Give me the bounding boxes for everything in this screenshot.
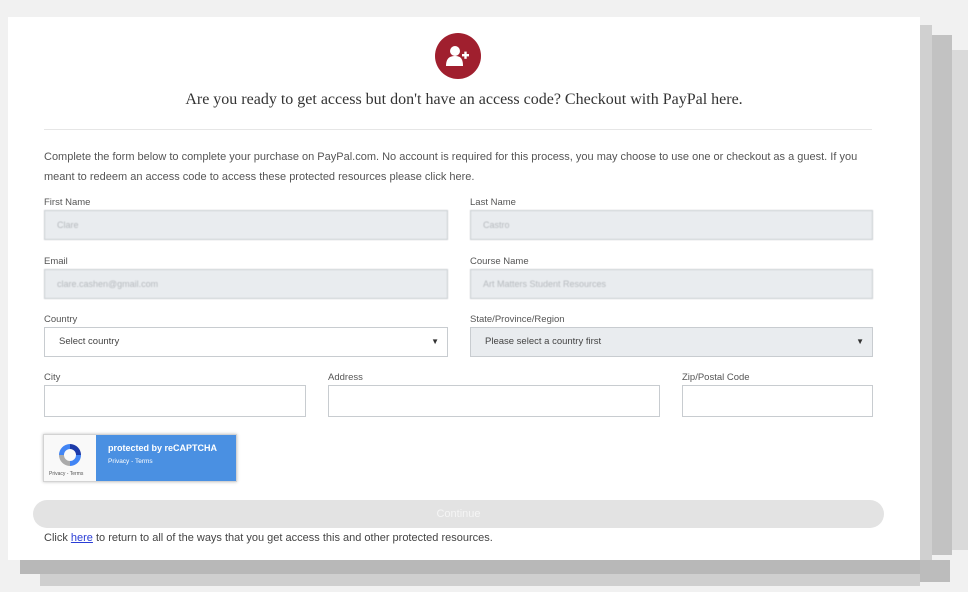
recaptcha-badge[interactable]: Privacy - Terms protected by reCAPTCHA P… <box>43 434 237 482</box>
recaptcha-info: protected by reCAPTCHA Privacy - Terms <box>96 435 236 481</box>
return-link[interactable]: here <box>71 532 93 544</box>
first-name-label: First Name <box>44 197 91 208</box>
continue-button[interactable]: Continue <box>33 500 884 528</box>
intro-text: Complete the form below to complete your… <box>44 151 858 183</box>
state-select-value: Please select a country first <box>485 336 602 347</box>
page-title: Are you ready to get access but don't ha… <box>185 91 743 108</box>
course-name-field[interactable]: Art Matters Student Resources <box>470 269 873 299</box>
city-field[interactable] <box>44 385 306 417</box>
last-name-label: Last Name <box>470 197 516 208</box>
recaptcha-title: protected by reCAPTCHA <box>108 443 218 453</box>
country-select[interactable]: Select country ▼ <box>44 327 448 357</box>
recaptcha-icon <box>59 444 81 466</box>
divider <box>44 129 872 130</box>
country-select-value: Select country <box>59 336 120 347</box>
address-label: Address <box>328 372 363 383</box>
card-shadow <box>20 560 920 574</box>
state-select[interactable]: Please select a country first ▼ <box>470 327 873 357</box>
card-shadow <box>920 560 950 582</box>
card-shadow <box>40 574 920 586</box>
card-shadow <box>932 35 952 555</box>
dropdown-arrow-icon: ▼ <box>856 337 864 346</box>
card-shadow <box>952 50 968 550</box>
dropdown-arrow-icon: ▼ <box>431 337 439 346</box>
recaptcha-logo-panel: Privacy - Terms <box>44 435 96 481</box>
state-label: State/Province/Region <box>470 314 565 325</box>
zip-label: Zip/Postal Code <box>682 372 750 383</box>
first-name-field[interactable]: Clare <box>44 210 448 240</box>
add-user-icon <box>435 33 481 79</box>
recaptcha-small-links: Privacy - Terms <box>49 471 84 477</box>
footer-text-before: Click <box>44 532 71 544</box>
footer-text: Click here to return to all of the ways … <box>44 532 493 544</box>
email-field[interactable]: clare.cashen@gmail.com <box>44 269 448 299</box>
zip-field[interactable] <box>682 385 873 417</box>
city-label: City <box>44 372 61 383</box>
recaptcha-links[interactable]: Privacy - Terms <box>108 458 236 465</box>
course-name-label: Course Name <box>470 256 529 267</box>
card-shadow <box>920 25 932 565</box>
checkout-card: Are you ready to get access but don't ha… <box>8 17 920 560</box>
address-field[interactable] <box>328 385 660 417</box>
footer-text-after: to return to all of the ways that you ge… <box>92 532 493 544</box>
country-label: Country <box>44 314 78 325</box>
last-name-field[interactable]: Castro <box>470 210 873 240</box>
email-label: Email <box>44 256 68 267</box>
